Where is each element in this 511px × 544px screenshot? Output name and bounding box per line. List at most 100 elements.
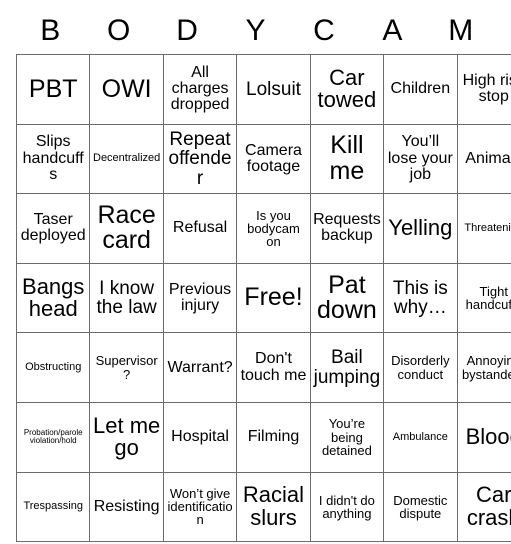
bingo-cell-label: Lolsuit <box>246 78 301 100</box>
bingo-cell[interactable]: Slips handcuffs <box>15 123 91 195</box>
bingo-cell-label: Racial slurs <box>242 482 305 530</box>
bingo-cell-label: Car crash <box>466 482 511 530</box>
bingo-cell-label: Threatening <box>464 221 511 234</box>
bingo-cell[interactable]: You’re being detained <box>309 401 385 473</box>
bingo-cell[interactable]: Let me go <box>89 401 164 473</box>
bingo-cell[interactable]: Ambulance <box>383 401 458 473</box>
bingo-cell-label: Children <box>390 80 451 98</box>
bingo-cell-label: Camera footage <box>245 141 302 175</box>
bingo-cell-label: Let me go <box>93 412 161 461</box>
bingo-cell[interactable]: Animals <box>456 123 511 195</box>
bingo-cell-label: Taser deployed <box>20 211 86 245</box>
bingo-cell-label: Bail jumping <box>313 347 381 388</box>
bingo-cell-label: Hospital <box>171 428 229 446</box>
bingo-cell[interactable]: Filming <box>236 401 311 473</box>
bingo-cell[interactable]: Racial slurs <box>236 471 311 543</box>
bingo-cell[interactable]: This is why… <box>383 262 458 334</box>
bingo-cell[interactable]: Decentralized <box>89 123 164 195</box>
bingo-cell[interactable]: I didn't do anything <box>309 471 385 543</box>
bingo-cell-label: Won’t give identification <box>167 485 233 528</box>
bingo-cell[interactable]: Supervisor? <box>89 332 164 403</box>
bingo-cell[interactable]: Previous injury <box>162 262 238 334</box>
bingo-cell[interactable]: Pat down <box>309 262 385 334</box>
bingo-cell[interactable]: Refusal <box>162 193 238 264</box>
bingo-row: Bangs head I know the law Previous injury F… <box>15 262 511 334</box>
bingo-grid: PBT OWI All charges dropped Lolsuit Car towe… <box>15 54 511 543</box>
bingo-cell-label: Free! <box>244 283 303 312</box>
bingo-cell-label: Repeat offender <box>168 128 232 189</box>
bingo-cell[interactable]: Taser deployed <box>15 193 91 264</box>
bingo-cell[interactable]: Lolsuit <box>236 54 311 125</box>
bingo-cell[interactable]: Don't touch me <box>236 332 311 403</box>
bingo-cell-label: Refusal <box>172 219 228 237</box>
bingo-cell-label: Requests backup <box>313 211 381 245</box>
bingo-cell-label: Yelling <box>388 215 453 241</box>
bingo-cell-label: Car towed <box>317 64 377 113</box>
bingo-cell[interactable]: Hospital <box>162 401 238 473</box>
bingo-cell-label: Warrant? <box>167 358 233 376</box>
bingo-cell-label: PBT <box>28 74 78 103</box>
bingo-cell-label: This is why… <box>392 277 448 319</box>
bingo-cell[interactable]: Threatening <box>456 193 511 264</box>
bingo-cell[interactable]: Blood <box>456 401 511 473</box>
bingo-cell[interactable]: Requests backup <box>309 193 385 264</box>
bingo-cell-label: Probation/parole violation/hold <box>23 428 83 446</box>
bingo-cell[interactable]: Resisting <box>89 471 164 543</box>
header-letter-5: A <box>382 14 403 47</box>
bingo-cell-label: Pat down <box>317 270 377 325</box>
bingo-cell-label: You’re being detained <box>321 416 372 458</box>
bingo-row: Slips handcuffs Decentralized Repeat offen… <box>15 123 511 195</box>
bingo-cell[interactable]: Kill me <box>309 123 385 195</box>
bingo-cell[interactable]: All charges dropped <box>162 54 238 125</box>
bingo-cell[interactable]: Is you bodycam on <box>236 193 311 264</box>
bingo-cell-label: Domestic dispute <box>393 492 448 521</box>
bingo-cell[interactable]: Domestic dispute <box>383 471 458 543</box>
header-letter-2: D <box>176 14 198 47</box>
bingo-cell-label: OWI <box>101 74 152 103</box>
bingo-cell[interactable]: Bail jumping <box>309 332 385 403</box>
bingo-cell[interactable]: High risk stop <box>456 54 511 125</box>
header-letter-3: Y <box>245 14 266 47</box>
header-letter-1: O <box>106 14 131 47</box>
bingo-cell[interactable]: You’ll lose your job <box>383 123 458 195</box>
bingo-cell[interactable]: Trespassing <box>15 471 91 543</box>
bingo-cell-label: Decentralized <box>93 152 161 165</box>
bingo-cell[interactable]: Obstructing <box>15 332 91 403</box>
bingo-cell[interactable]: Race card <box>89 193 164 264</box>
bingo-row: Taser deployed Race card Refusal Is you bod… <box>15 193 511 264</box>
bingo-cell-label: Bangs head <box>22 273 85 322</box>
bingo-cell-label: Resisting <box>93 497 160 515</box>
bingo-cell[interactable]: Annoying bystanders <box>456 332 511 403</box>
bingo-cell-label: Animals <box>465 149 511 167</box>
bingo-cell-label: Kill me <box>329 131 365 185</box>
bingo-cell-label: Obstructing <box>25 361 82 374</box>
bingo-cell-label: Supervisor? <box>95 353 158 382</box>
bingo-cell[interactable]: Repeat offender <box>162 123 238 195</box>
bingo-cell-label: Previous injury <box>168 280 232 315</box>
bingo-cell-free[interactable]: Free! <box>236 262 311 334</box>
bingo-cell-label: Slips handcuffs <box>22 133 84 184</box>
bingo-cell[interactable]: Car towed <box>309 54 385 125</box>
bingo-cell-label: I know the law <box>96 277 157 319</box>
bingo-cell[interactable]: Disorderly conduct <box>383 332 458 403</box>
bingo-cell-label: Trespassing <box>23 500 83 513</box>
bingo-cell[interactable]: Yelling <box>383 193 458 264</box>
bingo-cell[interactable]: Won’t give identification <box>162 471 238 543</box>
bingo-cell[interactable]: Children <box>383 54 458 125</box>
bingo-cell-label: Don't touch me <box>240 350 307 384</box>
bingo-cell[interactable]: Bangs head <box>15 262 91 334</box>
bingo-cell[interactable]: Tight handcuffs <box>456 262 511 334</box>
bingo-cell[interactable]: OWI <box>89 54 164 125</box>
bingo-row: Trespassing Resisting Won’t give identific… <box>15 471 511 543</box>
bingo-cell[interactable]: Probation/parole violation/hold <box>15 401 91 473</box>
bingo-cell[interactable]: I know the law <box>89 262 164 334</box>
header-letter-6: M <box>448 14 474 47</box>
bingo-cell[interactable]: Camera footage <box>236 123 311 195</box>
bingo-cell-label: High risk stop <box>462 71 511 106</box>
bingo-row: Obstructing Supervisor? Warrant? Don't touc… <box>15 332 511 403</box>
bingo-cell-label: Blood <box>465 424 511 450</box>
bingo-cell[interactable]: Warrant? <box>162 332 238 403</box>
bingo-card: B O D Y C A M PBT OWI All charges dropped L… <box>15 8 511 543</box>
bingo-cell[interactable]: Car crash <box>456 471 511 543</box>
bingo-cell[interactable]: PBT <box>15 54 91 125</box>
